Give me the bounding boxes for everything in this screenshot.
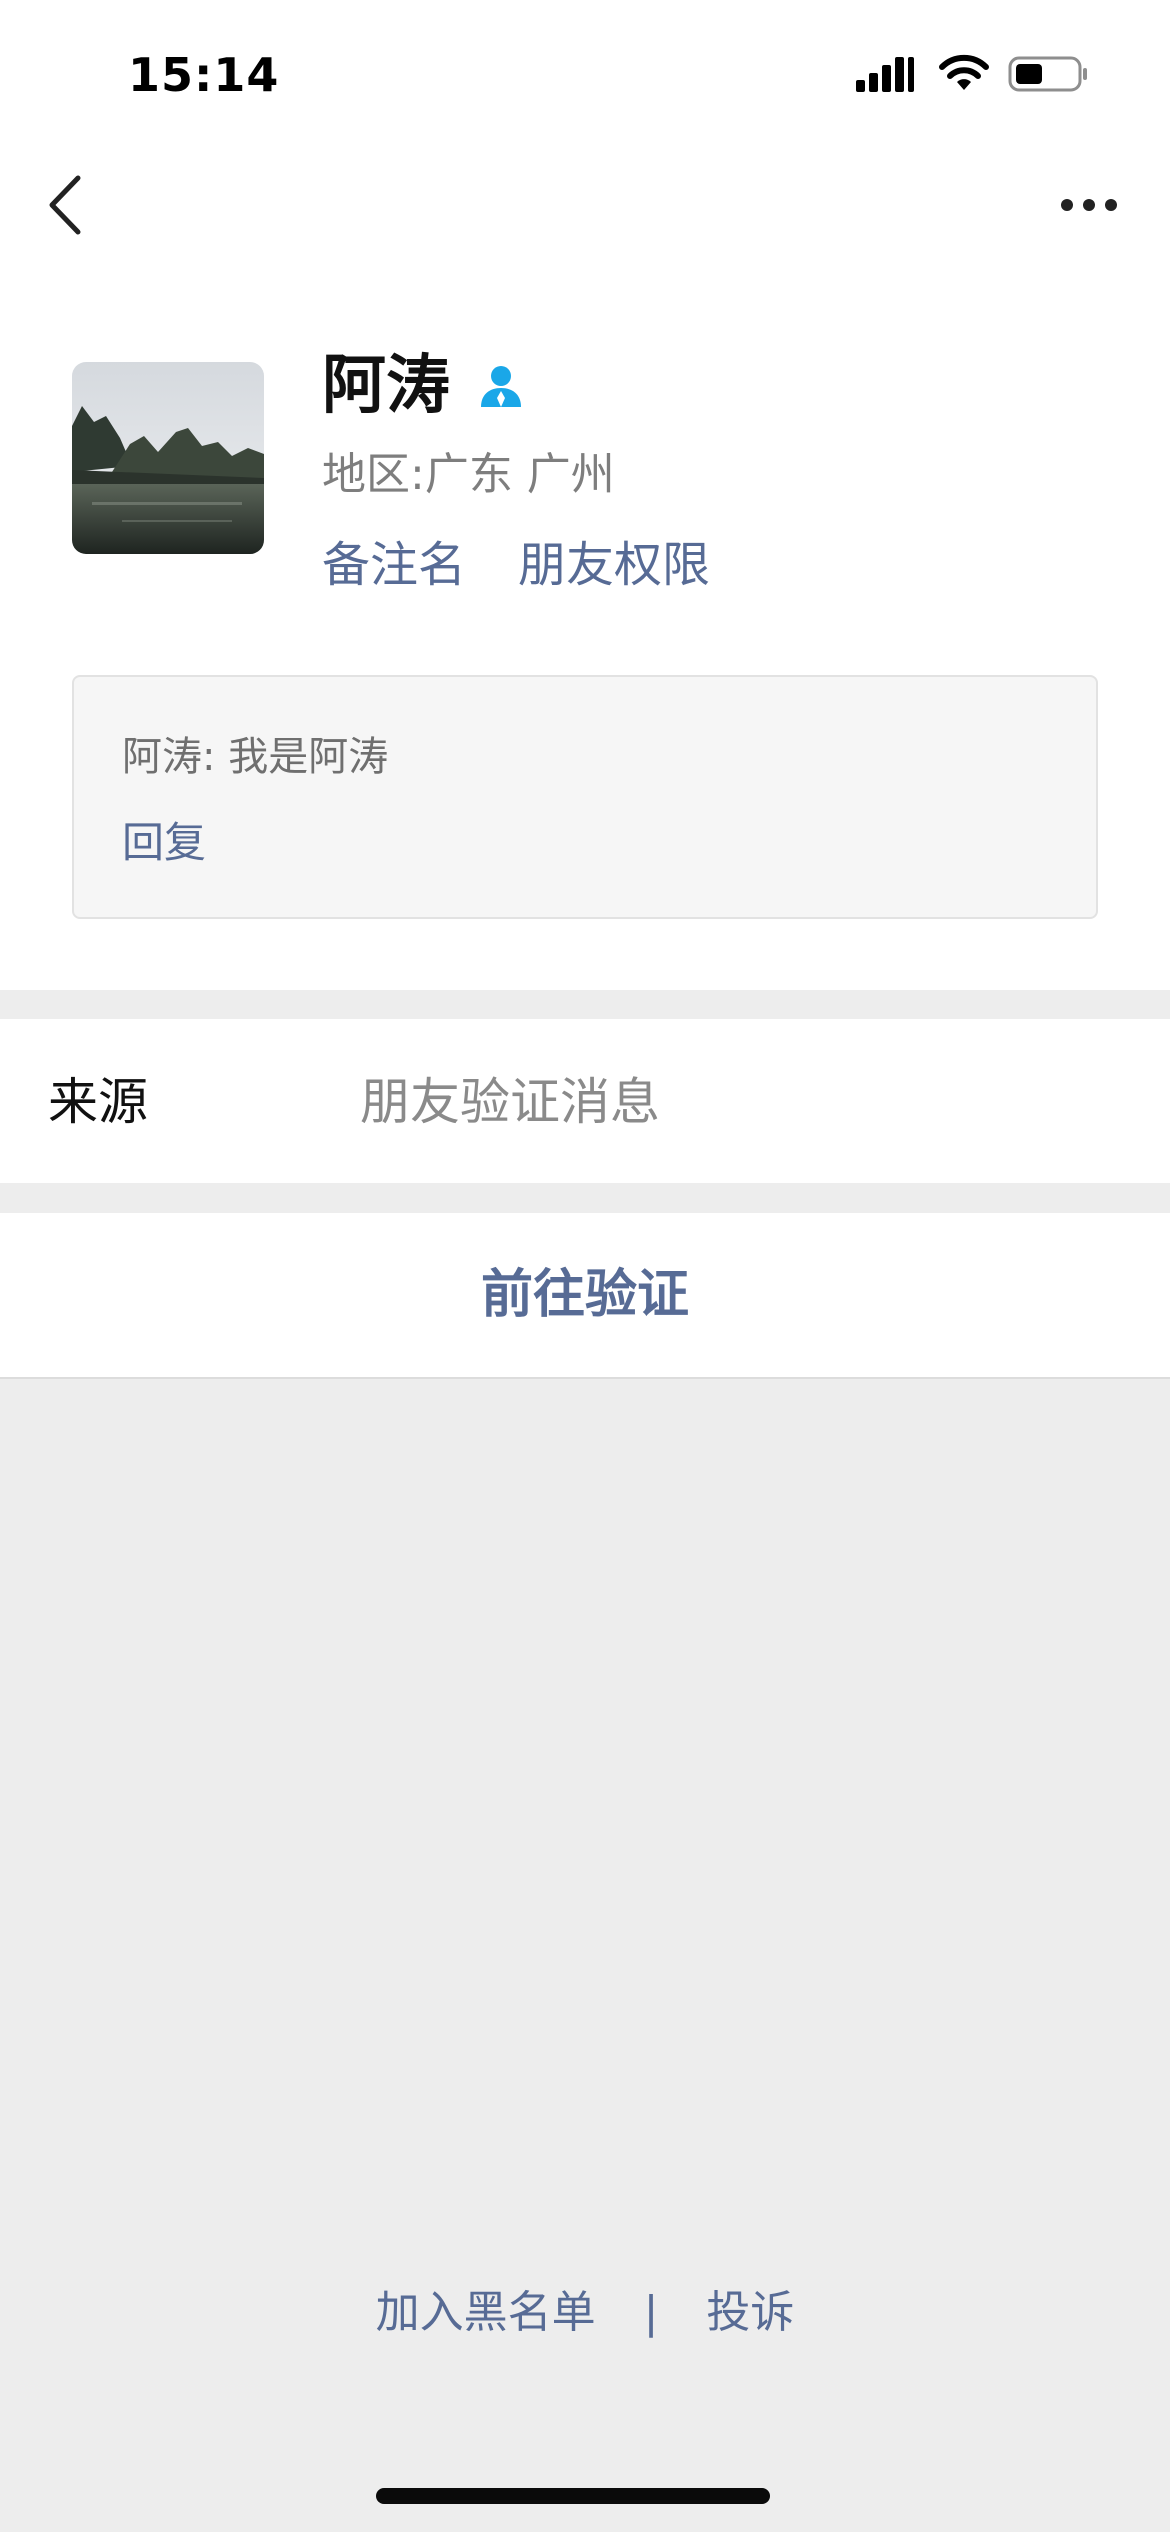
friend-permission-link[interactable]: 朋友权限 xyxy=(518,532,710,598)
source-label: 来源 xyxy=(48,1073,148,1131)
wifi-icon xyxy=(939,54,989,90)
home-indicator[interactable] xyxy=(376,2488,770,2504)
more-button[interactable] xyxy=(1060,195,1118,215)
name-row: 阿涛 xyxy=(322,346,526,426)
verification-message-text: 阿涛: 我是阿涛 xyxy=(122,734,389,780)
footer-separator: | xyxy=(643,2287,659,2338)
status-bar: 15:14 xyxy=(0,0,1170,150)
contact-name: 阿涛 xyxy=(322,349,450,423)
go-verify-button[interactable]: 前往验证 xyxy=(0,1213,1170,1377)
source-row: 来源 朋友验证消息 xyxy=(0,1019,1170,1183)
avatar-landscape-image xyxy=(72,362,264,554)
region-text: 地区:广东 广州 xyxy=(322,449,615,500)
report-link[interactable]: 投诉 xyxy=(706,2280,794,2346)
avatar[interactable] xyxy=(72,362,264,554)
add-to-blacklist-link[interactable]: 加入黑名单 xyxy=(376,2280,596,2346)
verification-message-card: 阿涛: 我是阿涛 回复 xyxy=(72,675,1098,919)
profile-section: 15:14 阿涛 地区:广东 广州 备注名 朋友权限 阿涛: 我是阿涛 回复 xyxy=(0,0,1170,990)
footer-links: 加入黑名单 | 投诉 xyxy=(0,2278,1170,2346)
remark-name-link[interactable]: 备注名 xyxy=(322,532,466,598)
verify-section: 前往验证 xyxy=(0,1213,1170,1379)
link-gap xyxy=(466,532,518,598)
chevron-left-icon xyxy=(49,175,81,235)
profile-links: 备注名 朋友权限 xyxy=(322,532,710,598)
contact-person-icon xyxy=(481,366,521,407)
battery-icon xyxy=(1008,56,1087,92)
source-value: 朋友验证消息 xyxy=(360,1073,660,1131)
back-button[interactable] xyxy=(44,172,88,238)
signal-icon xyxy=(856,57,914,92)
status-icons xyxy=(856,54,1090,94)
status-time: 15:14 xyxy=(128,48,280,102)
reply-link[interactable]: 回复 xyxy=(122,815,206,871)
more-icon xyxy=(1061,199,1117,211)
